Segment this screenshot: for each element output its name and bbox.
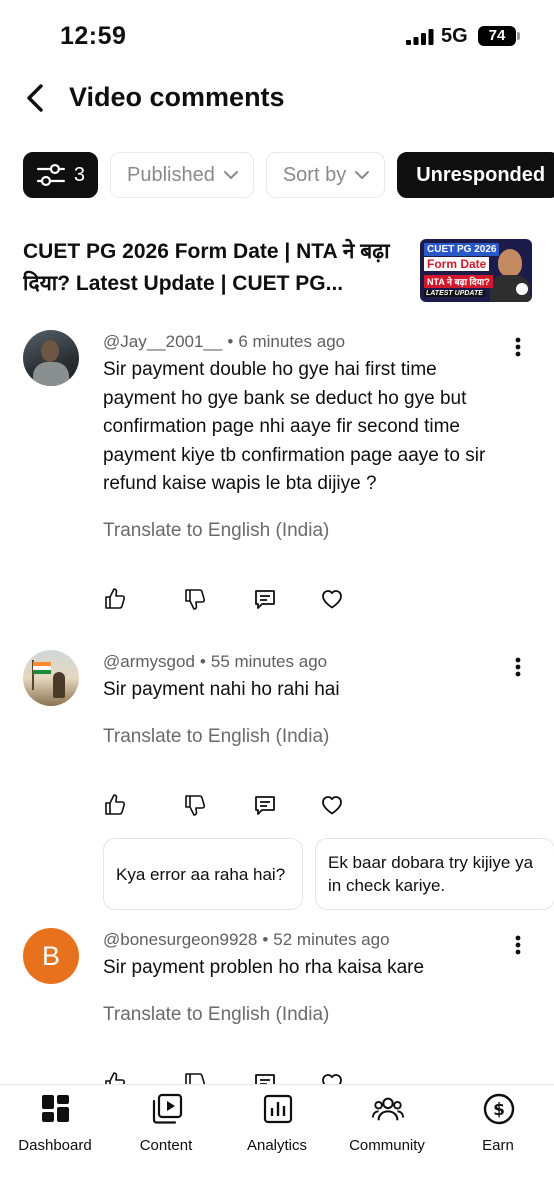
comment-time: 52 minutes ago [273,930,390,949]
signal-icon [406,29,434,45]
thumbnail-text-2: Form Date [424,257,490,271]
thumbs-down-icon [185,589,206,610]
comment-text: Sir payment double ho gye hai first time… [103,359,486,494]
content-icon [152,1093,183,1124]
reply-icon [255,590,275,609]
translate-link[interactable]: Translate to English (India) [103,726,329,748]
chevron-down-icon [223,171,238,179]
comment-meta: @armysgod • 55 minutes ago [103,652,328,671]
dashboard-icon [42,1095,69,1122]
thumbs-up-icon [105,794,126,815]
like-button[interactable] [101,585,129,613]
comment-time: 55 minutes ago [210,652,328,671]
thumbnail-face [498,249,522,277]
reply-icon [255,796,275,815]
nav-label: Earn [482,1137,514,1154]
more-vertical-icon [515,935,521,955]
svg-text:$: $ [493,1100,505,1120]
analytics-icon [263,1094,293,1124]
nav-label: Community [349,1137,425,1154]
heart-icon [322,796,342,815]
comment-meta: @bonesurgeon9928 • 52 minutes ago [103,930,390,949]
thumbs-up-icon [105,588,126,609]
nav-community[interactable]: Community [332,1093,442,1159]
unresponded-chip[interactable]: Unresponded [397,152,554,198]
dislike-button[interactable] [181,585,209,613]
nav-label: Analytics [246,1137,308,1154]
avatar[interactable] [23,650,79,706]
like-button[interactable] [101,791,129,819]
comment-text: Sir payment problen ho rha kaisa kare [103,957,425,978]
suggested-reply[interactable]: Kya error aa raha hai? [103,838,303,910]
dislike-button[interactable] [181,791,209,819]
filter-count: 3 [73,163,85,186]
suggested-replies: Kya error aa raha hai? Ek baar dobara tr… [103,838,554,910]
earn-icon: $ [483,1093,515,1125]
video-thumbnail[interactable]: CUET PG 2026 Form Date NTA ने बढ़ा दिया?… [420,239,532,302]
comment-author[interactable]: @Jay__2001__ [103,332,222,351]
comment-actions [101,585,361,615]
translate-link[interactable]: Translate to English (India) [103,1004,329,1026]
community-icon [372,1097,404,1121]
status-time: 12:59 [60,22,127,50]
heart-button[interactable] [318,585,346,613]
suggested-reply[interactable]: Ek baar dobara try kijiye ya in check ka… [315,838,554,910]
more-vertical-icon [515,337,521,357]
filter-button[interactable]: 3 [23,152,98,198]
avatar[interactable] [23,330,79,386]
heart-icon [322,590,342,609]
thumbnail-text-3: NTA ने बढ़ा दिया? [424,275,493,288]
battery-tip [517,32,520,40]
translate-link[interactable]: Translate to English (India) [103,520,329,542]
comment-meta: @Jay__2001__ • 6 minutes ago [103,332,346,351]
sort-by-dropdown[interactable]: Sort by [265,152,386,198]
comment-author[interactable]: @bonesurgeon9928 [103,930,257,949]
thumbnail-text-1: CUET PG 2026 [424,243,500,256]
published-dropdown[interactable]: Published [110,152,254,198]
comment-text: Sir payment nahi ho rahi hai [103,679,340,700]
video-title: CUET PG 2026 Form Date | NTA ने बढ़ा दिय… [23,240,390,295]
comment-actions [101,791,361,821]
unresponded-label: Unresponded [416,163,546,186]
more-vertical-icon [515,657,521,677]
chevron-down-icon [355,171,370,179]
sliders-icon [36,163,65,187]
video-row[interactable]: CUET PG 2026 Form Date | NTA ने बढ़ा दिय… [23,236,533,304]
chevron-left-icon [27,84,43,112]
nav-content[interactable]: Content [111,1093,221,1159]
nav-label: Dashboard [18,1137,92,1154]
nav-label: Content [139,1137,193,1154]
comment-author[interactable]: @armysgod [103,652,195,671]
battery-icon: 74 [478,26,516,46]
comment-time: 6 minutes ago [238,332,346,351]
thumbnail-logo [516,283,528,295]
filter-chips: 3 Published Sort by Unresponded [23,152,554,198]
page-title: Video comments [69,82,285,112]
reply-button[interactable] [251,585,279,613]
bottom-nav: Dashboard Content Analytics Community $ … [0,1084,554,1200]
status-bar: 12:59 5G 74 [0,0,554,74]
network-label: 5G [441,25,468,47]
published-label: Published [127,163,215,186]
back-button[interactable] [18,80,52,116]
reply-button[interactable] [251,791,279,819]
sort-by-label: Sort by [282,163,347,186]
nav-analytics[interactable]: Analytics [222,1093,332,1159]
thumbs-down-icon [185,795,206,816]
nav-earn[interactable]: $ Earn [443,1093,553,1159]
avatar[interactable]: B [23,928,79,984]
thumbnail-text-4: LATEST UPDATE [424,290,485,297]
nav-dashboard[interactable]: Dashboard [0,1093,110,1159]
header: Video comments [0,74,554,126]
heart-button[interactable] [318,791,346,819]
